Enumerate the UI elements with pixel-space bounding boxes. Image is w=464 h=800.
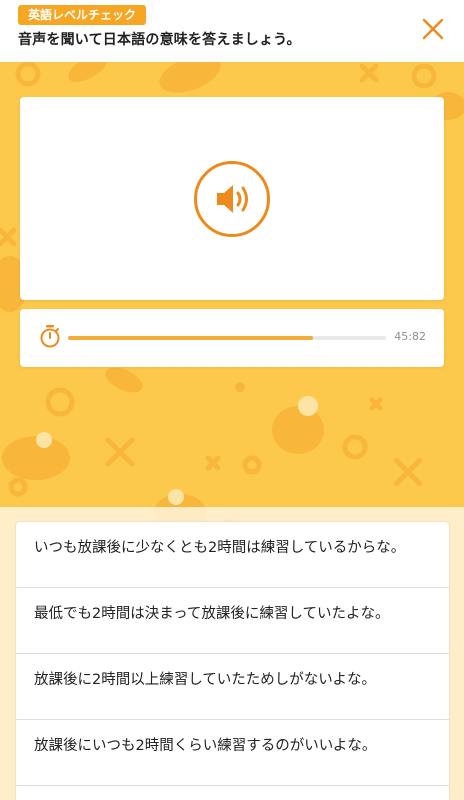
- close-icon: [422, 18, 444, 40]
- answer-option-text: 最低でも2時間は決まって放課後に練習していたよな。: [34, 606, 390, 622]
- instruction-text: 音声を聞いて日本語の意味を答えましょう。: [18, 32, 301, 48]
- speaker-icon: [217, 185, 248, 213]
- timer-readout: 45:82: [394, 330, 426, 343]
- timer-progress-track: [68, 336, 386, 340]
- answer-option-text: 放課後に2時間以上練習していたためしがないよな。: [34, 672, 376, 688]
- answer-option-text: いつも放課後に少なくとも2時間は練習しているからな。: [34, 540, 406, 556]
- answer-option-1[interactable]: いつも放課後に少なくとも2時間は練習しているからな。: [16, 522, 449, 588]
- answer-option-3[interactable]: 放課後に2時間以上練習していたためしがないよな。: [16, 654, 449, 720]
- header: 英語レベルチェック 音声を聞いて日本語の意味を答えましょう。: [0, 0, 464, 62]
- play-audio-button[interactable]: [194, 161, 270, 237]
- level-check-badge: 英語レベルチェック: [18, 5, 147, 25]
- timer-progress-fill: [68, 336, 313, 340]
- answer-option-text: 放課後にいつも2時間くらい練習するのがいいよな。: [34, 738, 377, 754]
- answer-option-2[interactable]: 最低でも2時間は決まって放課後に練習していたよな。: [16, 588, 449, 654]
- timer-card: 45:82: [20, 309, 444, 367]
- stopwatch-icon: [40, 325, 60, 348]
- close-button[interactable]: [418, 14, 448, 44]
- answer-option-4[interactable]: 放課後にいつも2時間くらい練習するのがいいよな。: [16, 720, 449, 786]
- answer-list: いつも放課後に少なくとも2時間は練習しているからな。 最低でも2時間は決まって放…: [16, 522, 449, 800]
